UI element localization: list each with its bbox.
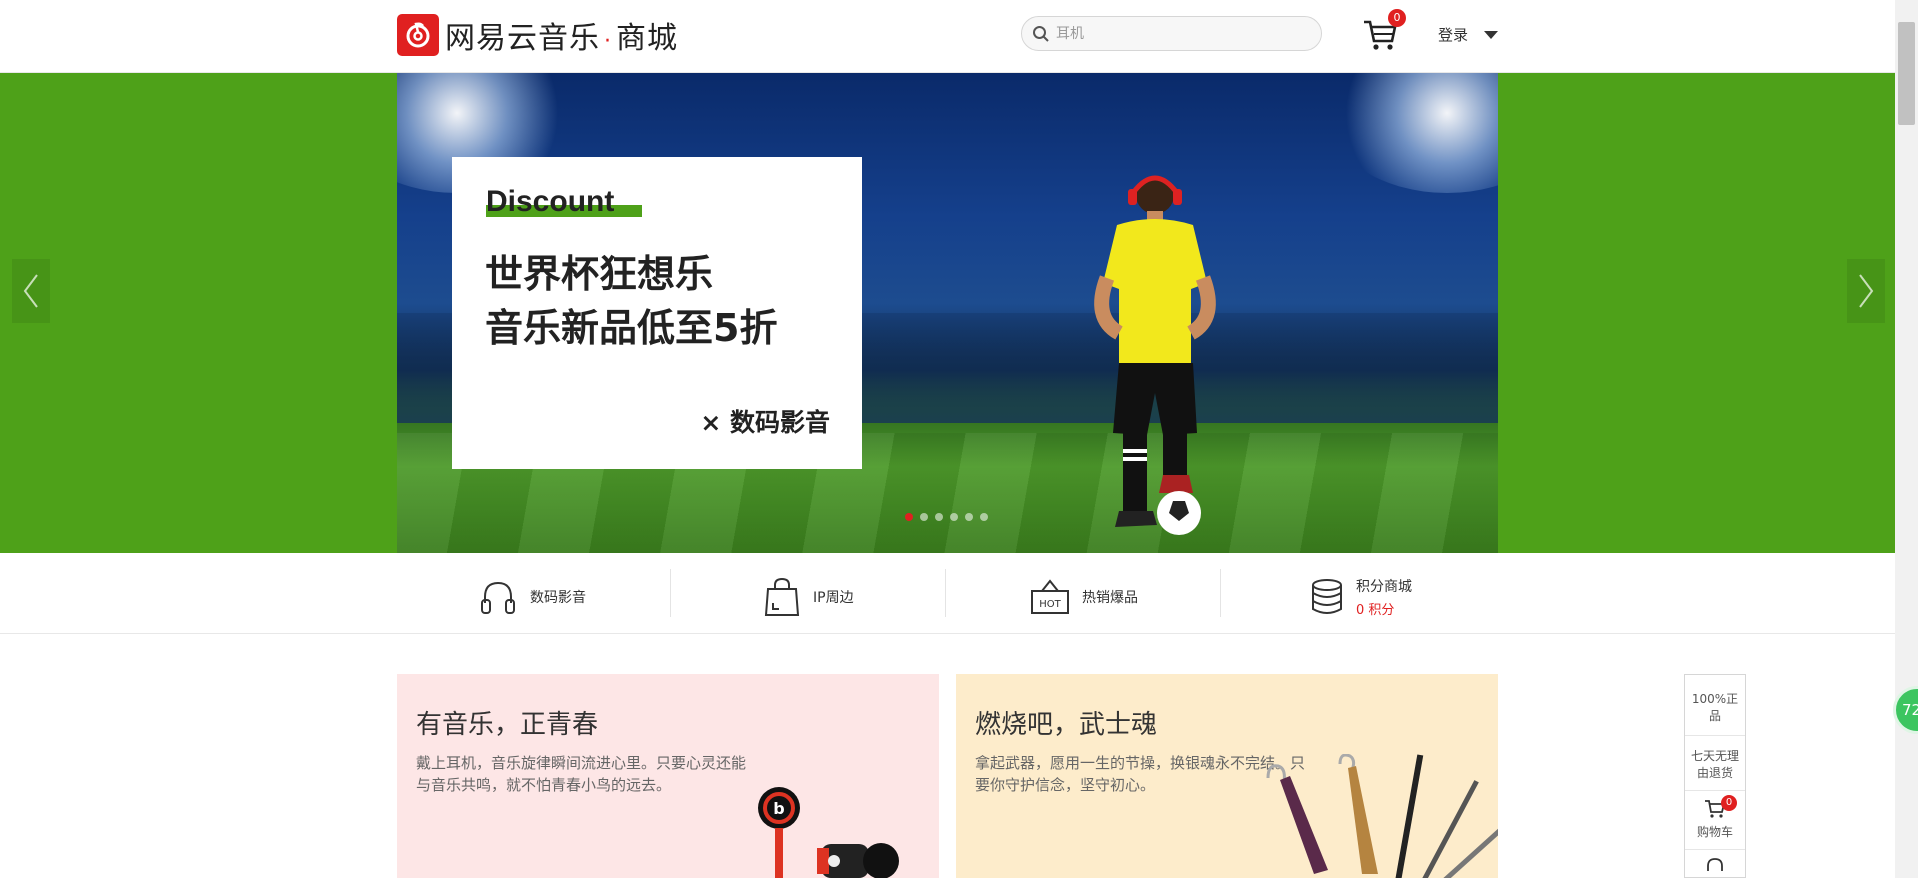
- card-title: 燃烧吧，武士魂: [975, 710, 1158, 740]
- hot-sign-icon: HOT: [1031, 579, 1069, 614]
- category-label: IP周边: [813, 590, 854, 606]
- side-cart-label: 购物车: [1696, 825, 1733, 839]
- chevron-left-icon: [23, 274, 38, 308]
- category-item-hot-sellers[interactable]: HOT 热销爆品: [1030, 573, 1138, 621]
- carousel-dots: [905, 513, 988, 521]
- stadium-light-right: [1327, 73, 1498, 193]
- svg-text:HOT: HOT: [1039, 599, 1061, 610]
- promo-headline-1: 世界杯狂想乐: [485, 252, 714, 296]
- category-nav: 数码影音 IP周边 HOT 热销爆品 积分商城 0 积分: [430, 553, 1470, 633]
- netease-music-logo-icon: [397, 14, 439, 56]
- carousel-dot[interactable]: [905, 513, 913, 521]
- return-policy-badge[interactable]: 七天无理由退货: [1685, 736, 1745, 791]
- shopping-bag-icon: [764, 577, 800, 616]
- headphones-icon: [481, 581, 515, 614]
- card-title: 有音乐，正青春: [416, 710, 599, 740]
- site-header: 网易云音乐·商城 0 登录: [0, 0, 1895, 73]
- scrollbar-thumb[interactable]: [1898, 22, 1915, 125]
- logo[interactable]: 网易云音乐 · 商城: [397, 14, 678, 56]
- football-player-illustration: [1094, 175, 1216, 535]
- login-menu[interactable]: 登录: [1438, 24, 1499, 45]
- card-description: 戴上耳机，音乐旋律瞬间流进心里。只要心灵还能与音乐共鸣，就不怕青春小鸟的远去。: [416, 754, 747, 794]
- carousel-dot[interactable]: [980, 513, 988, 521]
- scrollbar[interactable]: [1895, 0, 1918, 878]
- promo-kicker: Discount: [486, 185, 615, 218]
- banner-slide[interactable]: Discount 世界杯狂想乐 音乐新品低至5折 × 数码影音: [397, 73, 1498, 553]
- carousel-dot[interactable]: [965, 513, 973, 521]
- divider: [945, 569, 946, 617]
- category-item-points-mall[interactable]: 积分商城 0 积分: [1310, 573, 1412, 621]
- earphones-image: b: [758, 787, 899, 878]
- logo-text: 网易云音乐 · 商城: [445, 21, 678, 56]
- carousel-dot[interactable]: [920, 513, 928, 521]
- divider: [670, 569, 671, 617]
- genuine-badge[interactable]: 100%正品: [1685, 675, 1745, 736]
- divider: [0, 633, 1895, 634]
- promo-headline-2: 音乐新品低至5折: [485, 306, 778, 350]
- database-icon: [1312, 579, 1342, 614]
- category-item-ip-merch[interactable]: IP周边: [763, 573, 854, 621]
- search-icon[interactable]: [1032, 25, 1050, 43]
- promo-card: Discount 世界杯狂想乐 音乐新品低至5折 × 数码影音: [452, 157, 862, 469]
- cart-button[interactable]: 0: [1362, 9, 1406, 53]
- svg-text:b: b: [773, 799, 784, 818]
- carousel-dot[interactable]: [935, 513, 943, 521]
- chevron-right-icon: [1859, 274, 1874, 308]
- umbrellas-swords-image: [1266, 754, 1498, 878]
- promo-category-tag: × 数码影音: [700, 408, 830, 437]
- side-service-panel: 100%正品 七天无理由退货 0 购物车: [1684, 674, 1746, 878]
- feature-card-music-youth[interactable]: 有音乐，正青春 戴上耳机，音乐旋律瞬间流进心里。只要心灵还能与音乐共鸣，就不怕青…: [397, 674, 939, 878]
- points-balance: 0 积分: [1356, 603, 1395, 618]
- search-box[interactable]: [1021, 16, 1322, 51]
- carousel-next-button[interactable]: [1847, 259, 1885, 323]
- side-cart-button[interactable]: 0 购物车: [1685, 791, 1745, 850]
- page: 网易云音乐·商城 0 登录: [0, 0, 1918, 878]
- feature-card-samurai-soul[interactable]: 燃烧吧，武士魂 拿起武器，愿用一生的节操，换银魂永不完结。只要你守护信念，坚守初…: [956, 674, 1498, 878]
- cart-count-badge: 0: [1388, 9, 1406, 27]
- carousel-prev-button[interactable]: [12, 259, 50, 323]
- search-input[interactable]: [1056, 25, 1316, 42]
- points-mall-block: 积分商城 0 积分: [1356, 576, 1412, 618]
- login-label: 登录: [1438, 26, 1469, 44]
- category-item-digital-av[interactable]: 数码影音: [478, 573, 586, 621]
- carousel-dot[interactable]: [950, 513, 958, 521]
- side-cart-count-badge: 0: [1721, 795, 1737, 811]
- customer-service-button[interactable]: [1685, 850, 1745, 875]
- divider: [1220, 569, 1221, 617]
- headset-icon: [1707, 858, 1723, 871]
- category-label: 热销爆品: [1082, 590, 1138, 606]
- caret-down-icon: [1484, 30, 1499, 39]
- category-label: 数码影音: [530, 590, 586, 606]
- category-label: 积分商城: [1356, 579, 1412, 595]
